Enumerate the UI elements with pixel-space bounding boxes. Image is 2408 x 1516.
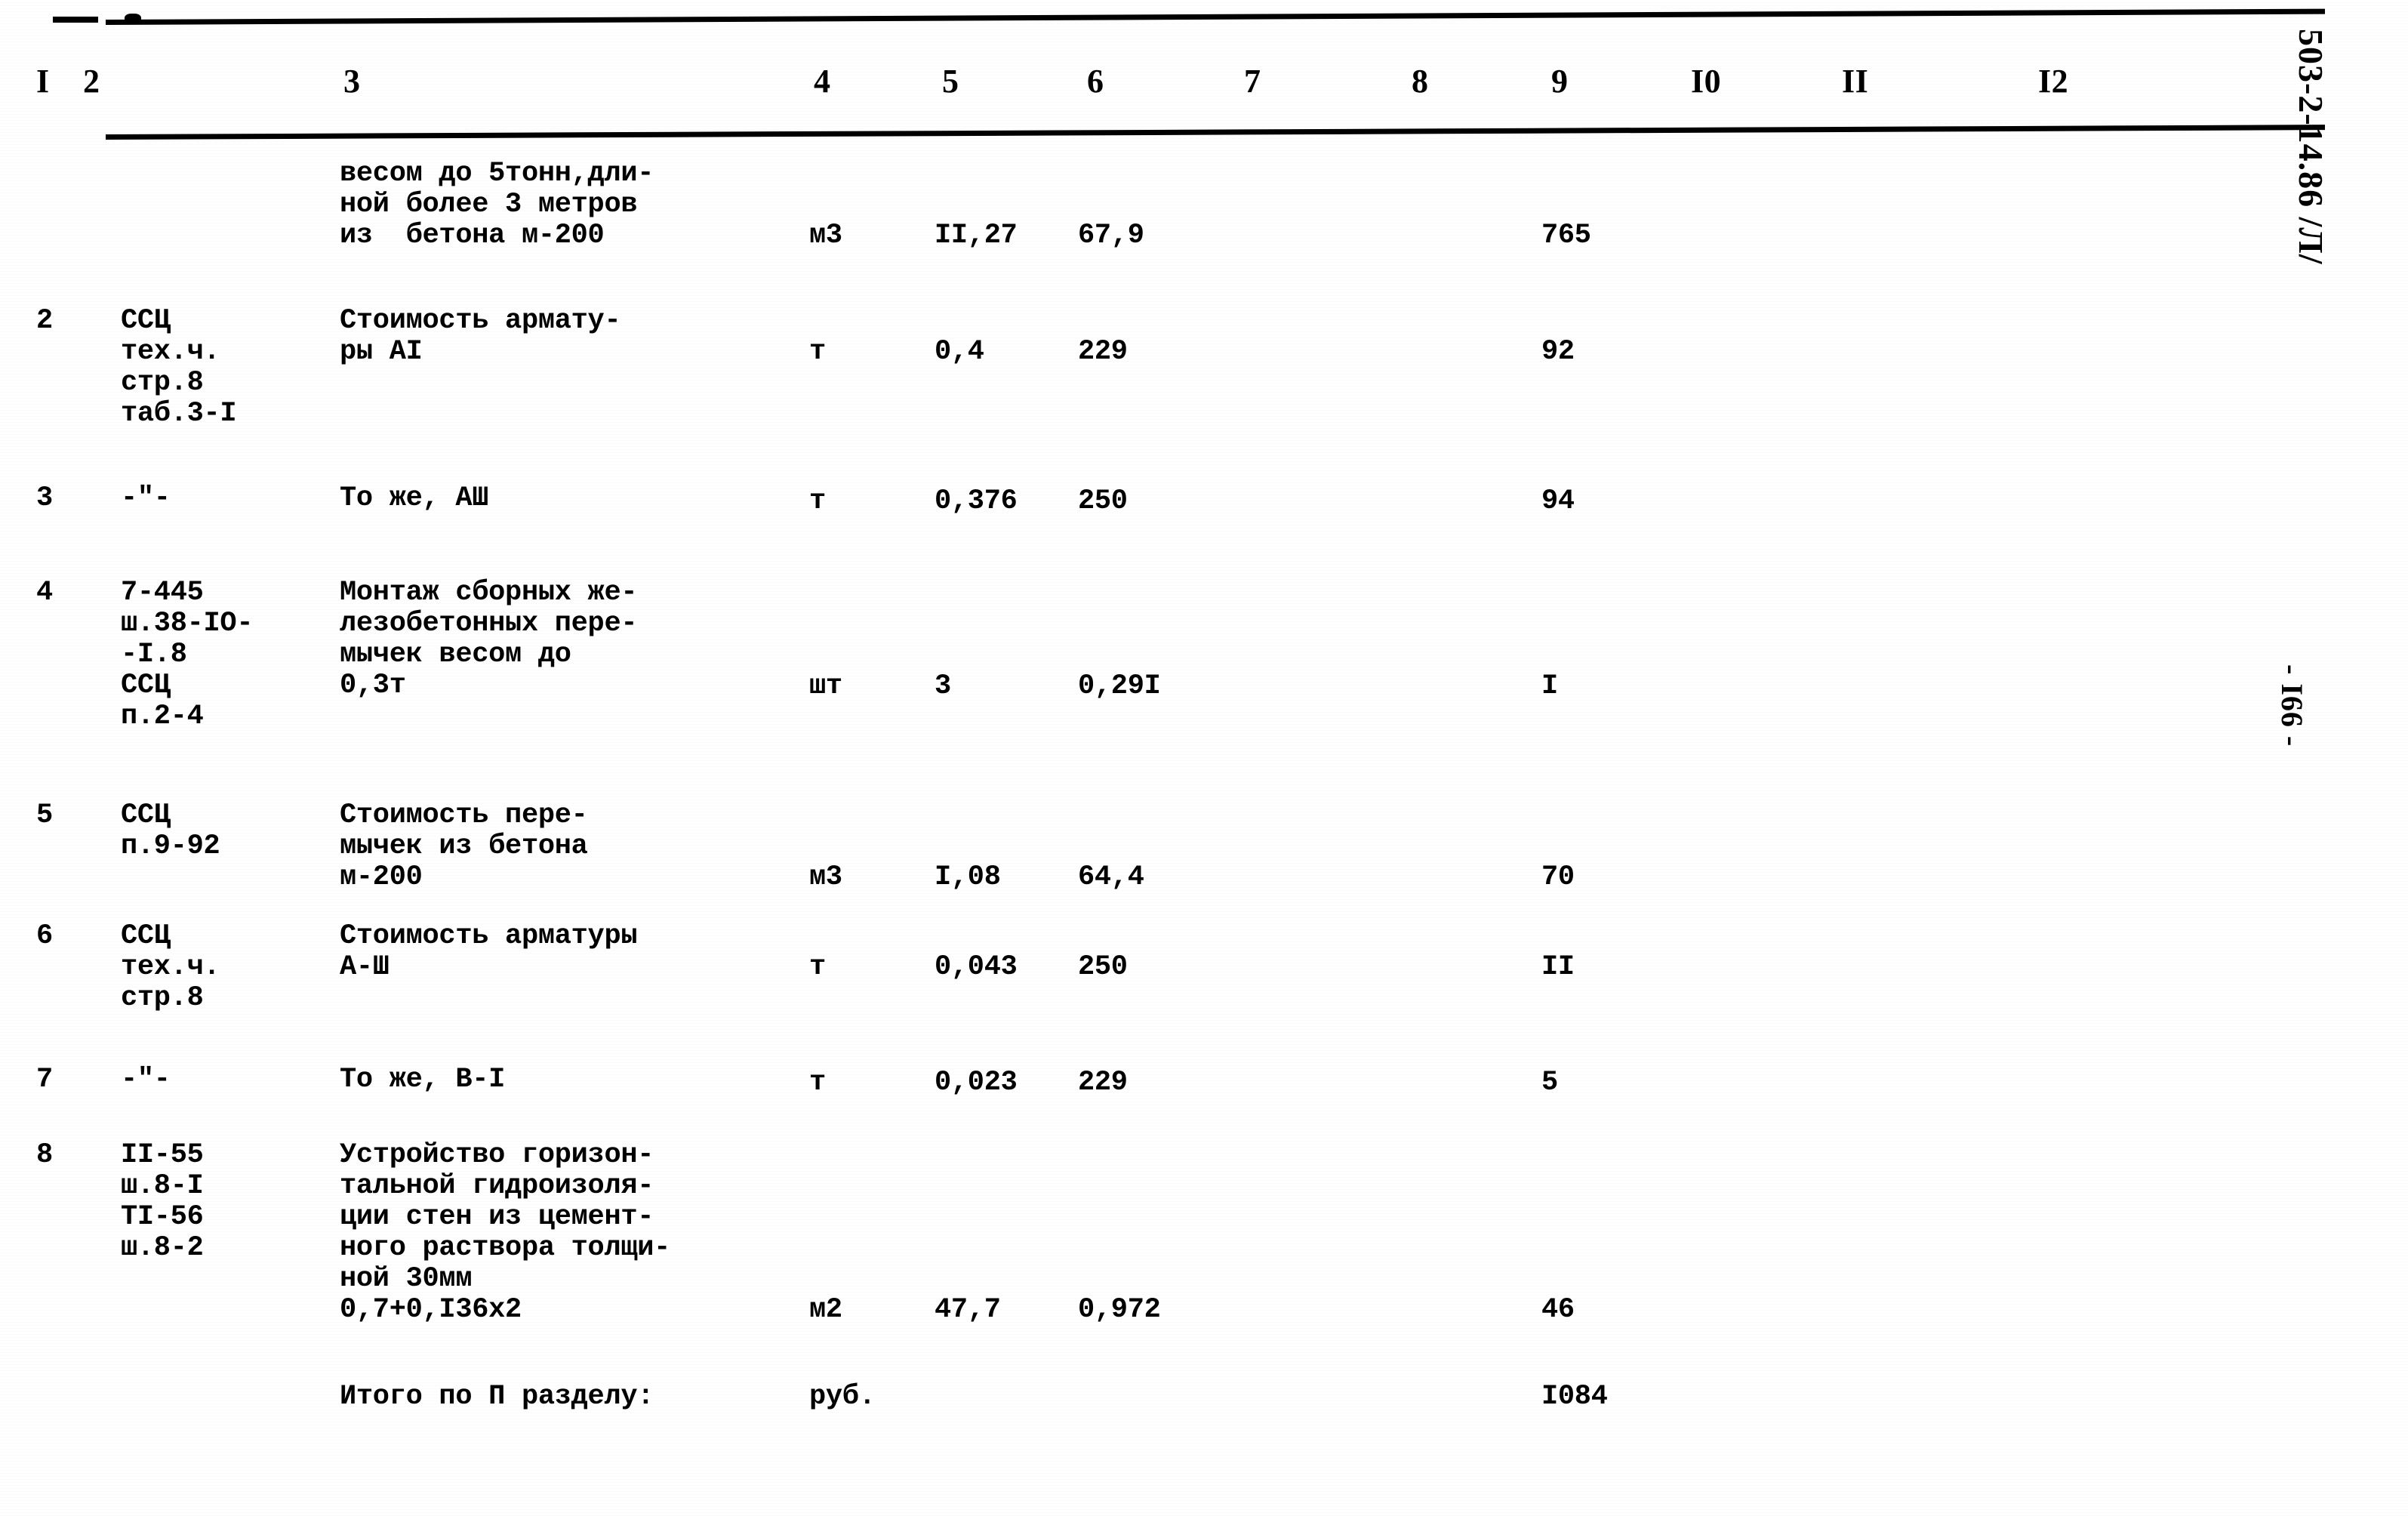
cell-description: Устройство горизон- тальной гидроизоля- … [340,1139,671,1326]
cell-description: Стоимость арматуры А-Ш [340,920,638,983]
cell-total: 46 [1541,1294,1575,1326]
cell-row-number: 7 [36,1064,53,1095]
cell-justification: ССЦ тех.ч. стр.8 [121,920,220,1014]
column-header-6: 6 [1087,63,1104,100]
cell-justification: -"- [121,1064,171,1095]
cell-total: I084 [1541,1381,1608,1413]
cell-quantity: 0,043 [935,951,1018,983]
cell-quantity: 3 [935,670,951,702]
cell-unit-price: 64,4 [1078,861,1144,893]
cell-total: 5 [1541,1067,1558,1098]
cell-quantity: II,27 [935,220,1018,251]
cell-quantity: 0,376 [935,485,1018,517]
cell-total: II [1541,951,1575,983]
cell-unit: шт [809,670,842,702]
cell-unit: м3 [809,220,842,251]
cell-justification: ССЦ тех.ч. стр.8 таб.3-I [121,305,237,430]
cell-row-number: 5 [36,800,53,831]
cell-unit-price: 67,9 [1078,220,1144,251]
column-header-11: II [1842,63,1869,100]
table-header-bottom-rule [105,125,2325,140]
cell-total: 70 [1541,861,1575,893]
cell-justification: II-55 ш.8-I ТI-56 ш.8-2 [121,1139,204,1264]
column-header-7: 7 [1244,63,1261,100]
column-header-3: 3 [343,63,361,100]
page-number-margin: - I66 - [2275,664,2309,747]
cell-total: 765 [1541,220,1591,251]
column-header-12: I2 [2038,63,2069,100]
cell-unit: т [809,951,826,983]
cell-unit-price: 250 [1078,951,1128,983]
cell-unit: т [809,485,826,517]
cell-row-number: 4 [36,577,53,609]
cell-quantity: 0,023 [935,1067,1018,1098]
column-header-10: I0 [1691,63,1722,100]
column-header-2: 2 [83,63,100,100]
cell-row-number: 8 [36,1139,53,1171]
document-code-margin: 503-2-14.86 /Л/ [2292,29,2330,265]
cell-unit-price: 0,29I [1078,670,1161,702]
column-header-9: 9 [1551,63,1569,100]
cell-description: весом до 5тонн,дли- ной более 3 метров и… [340,158,654,251]
cell-justification: ССЦ п.9-92 [121,800,220,862]
cell-unit: м3 [809,861,842,893]
cell-total: 94 [1541,485,1575,517]
cell-quantity: 47,7 [935,1294,1001,1326]
cell-unit: руб. [809,1381,876,1413]
cell-unit-price: 0,972 [1078,1294,1161,1326]
cell-row-number: 3 [36,482,53,514]
cell-unit: т [809,1067,826,1098]
cell-row-number: 2 [36,305,53,337]
cell-quantity: I,08 [935,861,1001,893]
cell-unit: м2 [809,1294,842,1326]
header-dash-mark [53,17,98,23]
cell-justification: 7-445 ш.38-IO- -I.8 ССЦ п.2-4 [121,577,254,732]
cell-unit: т [809,336,826,368]
column-header-1: I [36,63,50,100]
cell-row-number: 6 [36,920,53,952]
cell-unit-price: 229 [1078,336,1128,368]
cell-justification: -"- [121,482,171,514]
cell-description: То же, В-I [340,1064,506,1095]
column-header-8: 8 [1412,63,1429,100]
cell-description: Итого по П разделу: [340,1381,654,1413]
cell-description: Стоимость пере- мычек из бетона м-200 [340,800,588,893]
column-header-5: 5 [942,63,959,100]
cell-description: То же, АШ [340,482,489,514]
cell-total: 92 [1541,336,1575,368]
cell-quantity: 0,4 [935,336,984,368]
cell-total: I [1541,670,1558,702]
column-header-4: 4 [814,63,831,100]
cell-unit-price: 229 [1078,1067,1128,1098]
cell-description: Стоимость армату- ры АI [340,305,621,368]
cell-unit-price: 250 [1078,485,1128,517]
document-page: I 2 3 4 5 6 7 8 9 I0 II I2 весом до 5тонн,дли- ной … [0,0,2408,1516]
cell-description: Монтаж сборных же- лезобетонных пере- мы… [340,577,638,701]
table-header-top-rule [105,8,2325,25]
